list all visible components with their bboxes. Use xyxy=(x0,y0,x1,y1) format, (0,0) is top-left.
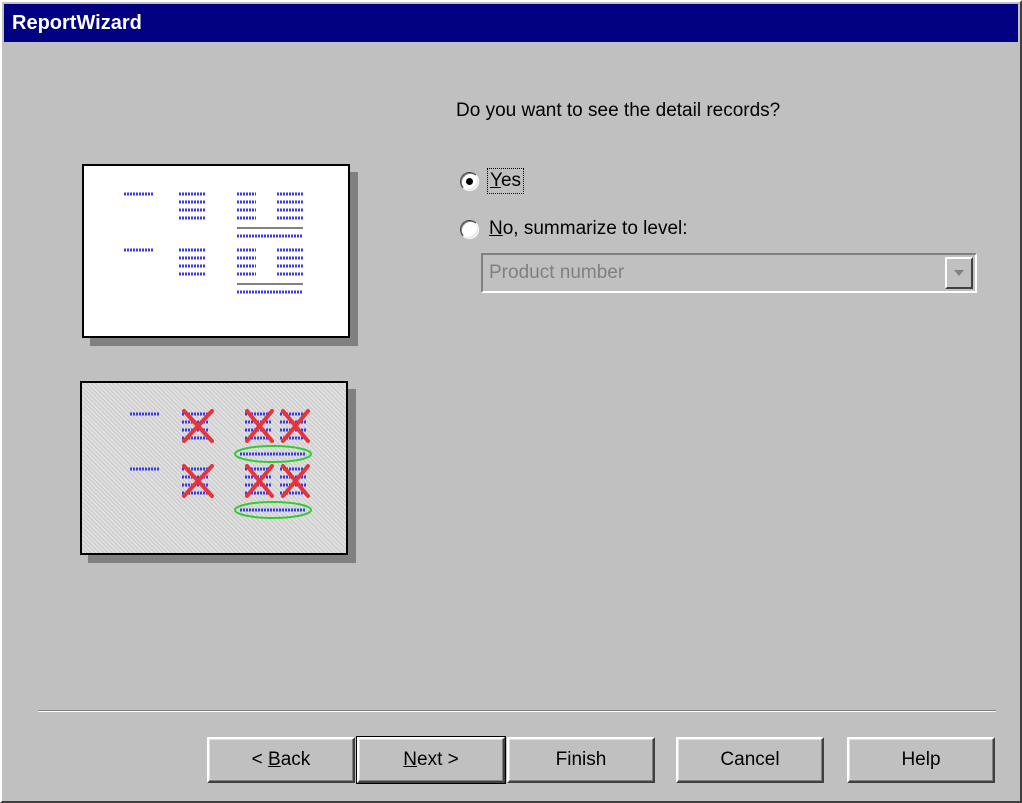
summarize-radio[interactable] xyxy=(460,219,479,239)
radio-selected-dot xyxy=(466,177,473,185)
chevron-down-icon xyxy=(954,270,964,276)
detail-preview-graphic xyxy=(124,192,303,294)
finish-button[interactable]: Finish xyxy=(507,737,655,783)
dropdown-arrow-button[interactable] xyxy=(945,257,973,289)
title-bar: ReportWizard xyxy=(4,4,1018,42)
summary-level-select[interactable]: Product number xyxy=(481,253,977,293)
cancel-button[interactable]: Cancel xyxy=(676,737,824,783)
window-title: ReportWizard xyxy=(12,12,142,34)
yes-option[interactable]: Yes xyxy=(460,168,525,194)
yes-label[interactable]: Yes xyxy=(486,168,525,194)
help-button[interactable]: Help xyxy=(847,737,995,783)
summary-preview-graphic xyxy=(130,409,312,519)
button-separator xyxy=(38,710,996,712)
summary-level-value: Product number xyxy=(489,262,625,283)
summarize-label[interactable]: No, summarize to level: xyxy=(489,218,688,240)
summary-preview xyxy=(80,381,348,555)
report-wizard-dialog: ReportWizard Do you want to see the deta… xyxy=(0,0,1022,803)
yes-radio[interactable] xyxy=(460,171,479,191)
back-button[interactable]: < Back xyxy=(207,737,355,783)
detail-records-question: Do you want to see the detail records? xyxy=(456,100,781,121)
summarize-option[interactable]: No, summarize to level: xyxy=(460,218,688,240)
next-button[interactable]: Next > xyxy=(356,736,506,784)
detail-records-preview xyxy=(82,164,350,338)
